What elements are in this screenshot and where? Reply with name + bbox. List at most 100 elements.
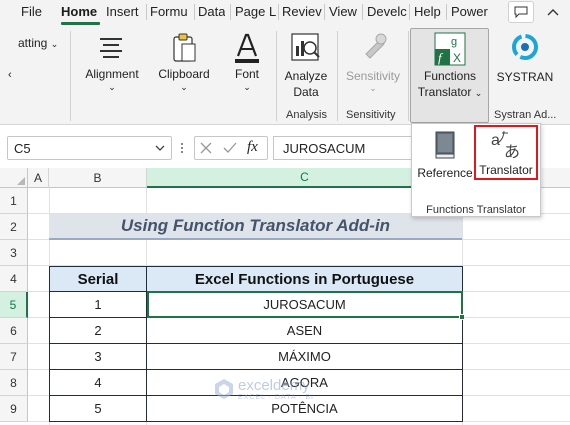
systran-group-label: Systran Ad... [494,109,557,121]
dropdown-group-label: Functions Translator [426,204,526,216]
functions-translator-label-2: Translator [417,85,472,99]
cancel-icon[interactable] [200,142,212,154]
name-box[interactable]: C5 [7,136,172,160]
sensitivity-label: Sensitivity [345,69,401,83]
tab-separator [146,4,147,20]
table-cell-serial[interactable]: 2 [49,317,147,344]
formula-input[interactable]: JUROSACUM [273,136,411,160]
table-cell-serial[interactable]: 1 [49,291,147,318]
chevron-down-icon: ⌄ [243,82,251,92]
reference-book-icon [435,131,455,159]
tab-separator [194,4,195,20]
chevron-down-icon: ⌄ [108,82,116,92]
tab-review[interactable]: Reviev [282,4,323,19]
svg-text:あ: あ [504,142,520,159]
watermark-tagline: EXCEL · DATA · BI [238,394,314,401]
tab-separator [324,4,325,20]
row-header-5[interactable]: 5 [0,292,28,318]
comment-icon [514,6,528,18]
table-header-serial[interactable]: Serial [49,266,147,292]
chevron-down-icon: ⌄ [474,88,483,98]
sensitivity-button[interactable]: Sensitivity ⌄ [340,30,406,102]
analyze-data-button[interactable]: Analyze Data [280,30,332,102]
tab-developer[interactable]: Develc [367,4,408,19]
tab-separator [362,4,363,20]
font-button[interactable]: Font ⌄ [222,30,272,102]
row-header-1[interactable]: 1 [0,188,28,214]
collapse-ribbon-button[interactable] [540,1,566,23]
functions-translator-label-1: Functions [423,69,477,83]
formatting-label: atting [18,36,48,50]
tab-power[interactable]: Power [451,4,488,19]
analyze-data-label-1: Analyze [284,69,328,83]
chevron-down-icon: ⌄ [50,39,59,49]
reference-label: Reference [417,166,473,180]
watermark: exceldemy EXCEL · DATA · BI [213,378,314,401]
tab-view[interactable]: View [329,4,357,19]
enter-icon[interactable] [223,142,237,154]
ribbon-tab-bar: File Home Insert Formu Data Page L Revie… [0,0,570,25]
select-all-corner[interactable] [0,168,28,188]
alignment-label: Alignment [85,67,139,81]
table-cell-function[interactable]: MÁXIMO [146,343,463,370]
systran-logo-icon [512,34,538,60]
exceldemy-logo-icon [215,379,233,399]
row-header-3[interactable]: 3 [0,240,28,266]
reference-button[interactable]: Reference [416,128,474,183]
tab-separator [409,4,410,20]
tab-separator [230,4,231,20]
align-lines-icon [100,38,122,58]
fill-handle[interactable] [459,314,465,320]
tab-page-layout[interactable]: Page L [235,4,277,19]
tab-separator [446,4,447,20]
font-icon [235,33,259,63]
chevron-down-icon: ⌄ [369,83,377,93]
alignment-button[interactable]: Alignment ⌄ [80,30,144,102]
row-header-9[interactable]: 9 [0,396,28,422]
row-header-6[interactable]: 6 [0,318,28,344]
table-cell-serial[interactable]: 4 [49,369,147,396]
formatting-button[interactable]: atting ⌄ [18,36,58,50]
ribbon: atting ⌄ ‹ Alignment ⌄ Clipboard ⌄ Font … [0,25,570,125]
row-header-7[interactable]: 7 [0,344,28,370]
tab-formulas[interactable]: Formu [150,4,192,19]
functions-translator-button[interactable]: f g X Functions Translator ⌄ [410,28,489,123]
tab-home[interactable]: Home [61,4,97,19]
clipboard-label: Clipboard [158,67,210,81]
comments-button[interactable] [508,1,534,23]
row-header-4[interactable]: 4 [0,266,28,292]
tab-data[interactable]: Data [198,4,225,19]
clipboard-icon [173,33,196,62]
translator-button[interactable]: a あ Translator [474,125,538,180]
font-label: Font [234,67,259,81]
chevron-down-icon[interactable] [155,145,165,152]
sensitivity-group-label: Sensitivity [346,109,396,121]
tab-file[interactable]: File [21,4,42,19]
column-header-a[interactable]: A [28,168,49,188]
systran-button[interactable]: SYSTRAN [492,30,558,102]
row-header-2[interactable]: 2 [0,214,28,240]
translate-icon: a あ [491,130,520,159]
svg-text:a: a [491,132,500,149]
column-header-b[interactable]: B [49,168,147,188]
group-separator [70,31,71,121]
table-header-functions[interactable]: Excel Functions in Portuguese [146,266,463,292]
analyze-data-icon [291,33,320,61]
row-header-8[interactable]: 8 [0,370,28,396]
name-box-value: C5 [14,141,31,156]
table-cell-serial[interactable]: 3 [49,343,147,370]
functions-translator-icon: f g X [434,32,466,66]
svg-text:g: g [451,36,457,48]
group-separator [408,31,409,121]
insert-function-icon[interactable]: fx [247,139,258,156]
clipboard-button[interactable]: Clipboard ⌄ [152,30,216,102]
sheet-title[interactable]: Using Function Translator Add-in [49,214,462,240]
tab-help[interactable]: Help [414,4,441,19]
formula-controls: fx [194,136,268,160]
table-cell-function[interactable]: ASEN [146,317,463,344]
scroll-left-icon[interactable]: ‹ [8,69,12,81]
chevron-up-icon [547,9,559,16]
table-cell-serial[interactable]: 5 [49,395,147,422]
tab-insert[interactable]: Insert [106,4,139,19]
formula-bar-dots-icon[interactable] [181,141,185,155]
